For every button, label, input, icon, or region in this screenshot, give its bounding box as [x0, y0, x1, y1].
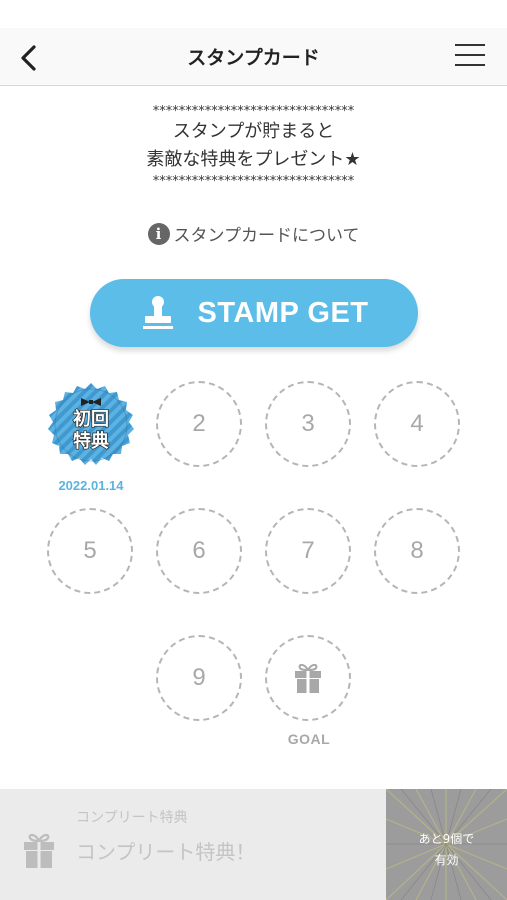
stamp-slot-2: 2: [156, 381, 242, 467]
remaining-count-badge: あと9個で 有効: [386, 789, 507, 900]
stamp-slot-8: 8: [374, 508, 460, 594]
complete-bonus-sub-label: コンプリート特典: [76, 810, 188, 826]
stamp-slot-6: 6: [156, 508, 242, 594]
first-bonus-badge: 初回 特典: [48, 383, 134, 465]
stamp-icon: [142, 296, 173, 329]
back-button[interactable]: [14, 42, 46, 74]
about-stamp-card-label: スタンプカードについて: [173, 226, 360, 246]
first-bonus-text-2: 特典: [73, 430, 109, 452]
status-bar-area: [0, 0, 507, 28]
hamburger-menu-icon-line: [455, 54, 485, 56]
app-header: スタンプカード: [0, 28, 507, 86]
stamp-get-label: STAMP GET: [197, 296, 369, 329]
stars-divider-top: *******************************: [152, 104, 355, 118]
intro-message: ******************************* スタンプが貯まる…: [0, 104, 507, 188]
stamp-slot-7: 7: [265, 508, 351, 594]
stamp-slot-goal: [265, 635, 351, 721]
stars-divider-bottom: *******************************: [152, 174, 355, 188]
hamburger-menu-icon: [455, 44, 485, 46]
stamp-1-first-bonus: 初回 特典: [47, 381, 135, 469]
complete-bonus-title: コンプリート特典！: [76, 840, 256, 864]
intro-line-1: スタンプが貯まると: [172, 121, 335, 142]
remaining-count-line-1: あと9個で: [418, 832, 475, 846]
chevron-left-icon: [21, 45, 36, 71]
info-icon: i: [147, 222, 170, 245]
gift-icon: [24, 833, 54, 868]
hamburger-menu-icon-line: [455, 64, 485, 66]
stamp-slot-3: 3: [265, 381, 351, 467]
stamp-slot-5: 5: [47, 508, 133, 594]
intro-line-2: 素敵な特典をプレゼント★: [146, 149, 361, 170]
stamp-get-button[interactable]: STAMP GET: [90, 279, 418, 347]
about-stamp-card-link[interactable]: i スタンプカードについて: [0, 221, 507, 246]
first-bonus-text-1: 初回: [73, 408, 109, 430]
stamp-slot-9: 9: [156, 635, 242, 721]
goal-label: GOAL: [287, 731, 331, 747]
stamp-slot-4: 4: [374, 381, 460, 467]
remaining-count-text: あと9個で 有効: [386, 829, 507, 871]
gift-icon: [295, 663, 321, 693]
stamp-1-date: 2022.01.14: [58, 478, 124, 493]
remaining-count-line-2: 有効: [434, 853, 459, 867]
menu-button[interactable]: [455, 44, 487, 70]
page-title: スタンプカード: [187, 47, 320, 69]
